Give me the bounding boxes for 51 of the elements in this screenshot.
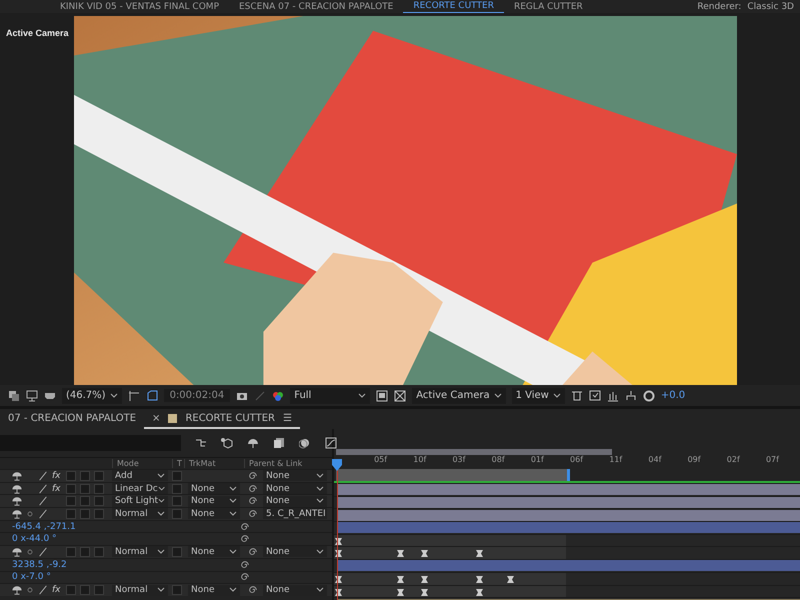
parent-dropdown[interactable]: 5. C_R_ANTEI <box>263 508 327 520</box>
ruler-label: 02f <box>726 455 741 466</box>
blend-mode-dropdown[interactable]: Normal <box>112 584 168 596</box>
ruler-label: 11f <box>608 455 624 466</box>
effects-switch[interactable]: fx <box>52 484 62 494</box>
renderer-dropdown[interactable]: Classic 3D <box>747 1 794 13</box>
ruler-label: 06f <box>569 455 584 466</box>
ruler-label: 09f <box>686 455 702 466</box>
composition-tab[interactable]: ESCENA 07 - CREACION PAPALOTE <box>229 1 404 13</box>
blend-mode-dropdown[interactable]: Normal <box>112 546 168 558</box>
property-value[interactable]: -645.4 ,-271.1 <box>0 522 240 532</box>
ruler-label: 04f <box>647 455 663 466</box>
camera-label: Active Camera <box>6 28 69 38</box>
ruler-label: 03f <box>451 455 467 466</box>
parent-dropdown[interactable]: None <box>263 470 327 482</box>
view-layout-dropdown[interactable]: 1 View <box>512 388 565 404</box>
effects-switch[interactable]: fx <box>52 585 62 596</box>
track-matte-dropdown[interactable]: None <box>188 584 240 596</box>
magnification-dropdown[interactable]: (46.7%) <box>62 388 122 404</box>
ruler-label: 10f <box>412 455 428 466</box>
track-matte-dropdown[interactable]: None <box>188 546 240 558</box>
blend-mode-dropdown[interactable]: Add <box>112 470 168 482</box>
blend-mode-dropdown[interactable]: Normal <box>112 508 168 520</box>
track-matte-dropdown[interactable]: None <box>188 508 240 520</box>
exposure-value[interactable]: +0.0 <box>660 390 686 401</box>
property-value[interactable]: 0 x-7.0 ° <box>0 572 240 582</box>
ruler-label: 05f <box>373 455 388 466</box>
column-header: T <box>172 459 184 468</box>
blend-mode-dropdown[interactable]: Soft Light <box>112 496 168 507</box>
composition-tab[interactable]: KINIK VID 05 - VENTAS FINAL COMP <box>50 1 229 13</box>
renderer-label: Renderer: <box>697 1 742 13</box>
parent-dropdown[interactable]: None <box>263 584 327 596</box>
track-matte-dropdown[interactable]: None <box>188 483 240 494</box>
camera-dropdown[interactable]: Active Camera <box>412 388 506 404</box>
composition-tab[interactable]: REGLA CUTTER <box>504 1 593 13</box>
ruler-label: 01f <box>530 455 545 466</box>
column-header: TrkMat <box>184 459 244 468</box>
property-value[interactable]: 0 x-44.0 ° <box>0 534 240 544</box>
track-matte-dropdown[interactable]: None <box>188 496 240 507</box>
column-header: Mode <box>112 459 172 468</box>
resolution-dropdown[interactable]: Full <box>290 388 370 404</box>
property-value[interactable]: 3238.5 ,-9.2 <box>0 560 240 570</box>
blend-mode-dropdown[interactable]: Linear Dc <box>112 483 168 494</box>
effects-switch[interactable]: fx <box>52 470 62 481</box>
parent-dropdown[interactable]: None <box>263 546 327 558</box>
timeline-tab[interactable]: 07 - CREACION PAPALOTE <box>0 409 144 429</box>
parent-dropdown[interactable]: None <box>263 483 327 494</box>
ruler-label: 07f <box>764 455 780 466</box>
parent-dropdown[interactable]: None <box>263 496 327 507</box>
timecode[interactable]: 0:00:02:04 <box>164 389 230 402</box>
ruler-label: 08f <box>490 455 506 466</box>
